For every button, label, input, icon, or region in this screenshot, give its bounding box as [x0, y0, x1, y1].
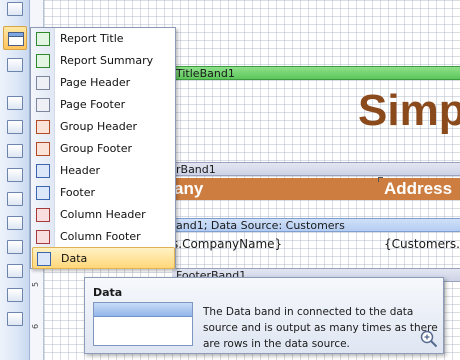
menu-item-label: Group Header: [60, 120, 138, 133]
company-column-label[interactable]: any: [174, 178, 203, 200]
selection-corner-mark: [378, 177, 383, 182]
menu-item-label: Header: [60, 164, 101, 177]
ruler-number: 5: [31, 281, 41, 288]
menu-item-footer[interactable]: Footer: [32, 182, 175, 204]
company-name-cell[interactable]: s.CompanyName}: [172, 237, 282, 251]
checkbox-tool-icon[interactable]: [7, 240, 23, 254]
menu-item-label: Report Summary: [60, 54, 154, 67]
menu-item-column-header[interactable]: Column Header: [32, 204, 175, 226]
menu-item-group-footer[interactable]: Group Footer: [32, 138, 175, 160]
data-band-preview-image: [93, 302, 193, 346]
tooltip: Data The Data band in connected to the d…: [84, 277, 444, 354]
subreport-tool-icon[interactable]: [7, 312, 23, 326]
address-cell[interactable]: {Customers.: [384, 237, 460, 251]
band-icon: [8, 32, 24, 46]
ruler-number: 6: [31, 323, 41, 330]
tooltip-title: Data: [93, 286, 123, 299]
table-tool-icon[interactable]: [7, 264, 23, 278]
zoom-icon[interactable]: [420, 330, 438, 348]
report-summary-icon: [36, 54, 50, 68]
pointer-tool-icon[interactable]: [7, 2, 23, 16]
richtext-tool-icon[interactable]: [7, 120, 23, 134]
address-column-label[interactable]: Address: [384, 178, 452, 200]
menu-item-report-title[interactable]: Report Title: [32, 28, 175, 50]
menu-item-label: Page Footer: [60, 98, 126, 111]
barcode-tool-icon[interactable]: [7, 168, 23, 182]
column-footer-icon: [36, 230, 50, 244]
footer-icon: [36, 186, 50, 200]
page-header-icon: [36, 76, 50, 90]
report-title-text[interactable]: Simp: [358, 86, 460, 136]
menu-item-column-footer[interactable]: Column Footer: [32, 226, 175, 248]
line-tool-icon[interactable]: [7, 216, 23, 230]
menu-item-label: Data: [61, 252, 88, 265]
group-footer-icon: [36, 142, 50, 156]
cross-tab-tool-icon[interactable]: [7, 58, 23, 72]
header-icon: [36, 164, 50, 178]
column-header-icon: [36, 208, 50, 222]
group-header-icon: [36, 120, 50, 134]
toolbox: [0, 0, 30, 360]
menu-item-data[interactable]: Data: [32, 247, 175, 269]
menu-item-label: Report Title: [60, 32, 124, 45]
menu-item-header[interactable]: Header: [32, 160, 175, 182]
text-tool-icon[interactable]: [7, 96, 23, 110]
data-band-icon: [37, 252, 51, 266]
page-footer-icon: [36, 98, 50, 112]
menu-item-label: Group Footer: [60, 142, 132, 155]
tooltip-description: The Data band in connected to the data s…: [203, 306, 438, 350]
title-band-header[interactable]: TitleBand1: [172, 66, 460, 80]
menu-item-report-summary[interactable]: Report Summary: [32, 50, 175, 72]
menu-item-page-header[interactable]: Page Header: [32, 72, 175, 94]
band-tool-button[interactable]: [3, 26, 27, 50]
band-insert-menu: Report Title Report Summary Page Header …: [30, 27, 176, 269]
column-header-strip: any Address: [172, 178, 460, 200]
menu-item-label: Footer: [60, 186, 95, 199]
menu-item-label: Page Header: [60, 76, 131, 89]
report-title-icon: [36, 32, 50, 46]
menu-item-page-footer[interactable]: Page Footer: [32, 94, 175, 116]
menu-item-label: Column Footer: [60, 230, 141, 243]
header-band-header[interactable]: rBand1: [172, 162, 460, 176]
menu-item-group-header[interactable]: Group Header: [32, 116, 175, 138]
menu-item-label: Column Header: [60, 208, 146, 221]
data-band-header[interactable]: and1; Data Source: Customers: [172, 218, 460, 232]
shape-tool-icon[interactable]: [7, 192, 23, 206]
image-tool-icon[interactable]: [7, 144, 23, 158]
picture-tool-icon[interactable]: [7, 288, 23, 302]
